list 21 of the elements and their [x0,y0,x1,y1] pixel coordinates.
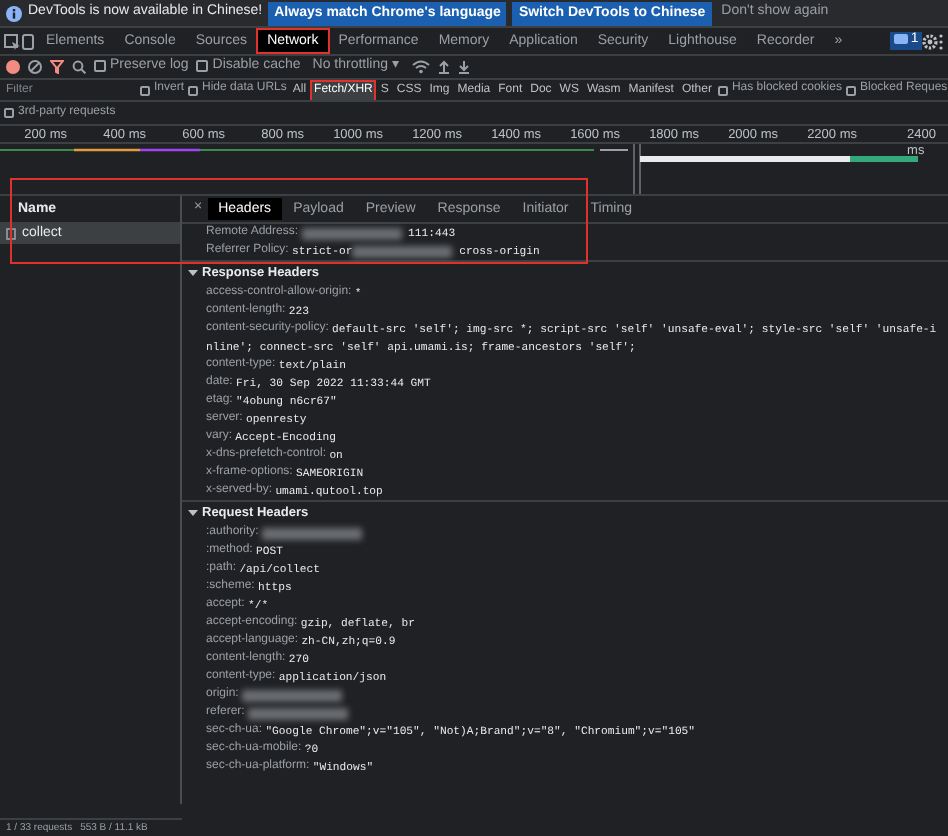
filter-icon[interactable] [50,60,64,74]
clear-icon[interactable] [28,60,42,74]
file-icon [6,228,16,240]
checkbox[interactable] [845,85,856,95]
settings-icon[interactable] [922,33,938,49]
checkbox[interactable] [140,85,150,95]
record-icon[interactable] [6,60,20,74]
upload-icon[interactable] [437,60,450,74]
info-icon [6,5,22,21]
device-icon[interactable] [20,33,36,49]
checkbox[interactable] [94,60,106,73]
checkbox[interactable] [4,108,14,118]
message-icon [893,34,908,47]
checkbox[interactable] [196,60,209,73]
wifi-icon[interactable] [411,60,430,74]
download-icon[interactable] [457,60,470,74]
checkbox[interactable] [188,85,199,95]
search-icon[interactable] [72,60,86,74]
checkbox[interactable] [717,85,728,95]
more-options-icon[interactable] [938,33,944,49]
inspect-icon[interactable] [4,33,20,49]
